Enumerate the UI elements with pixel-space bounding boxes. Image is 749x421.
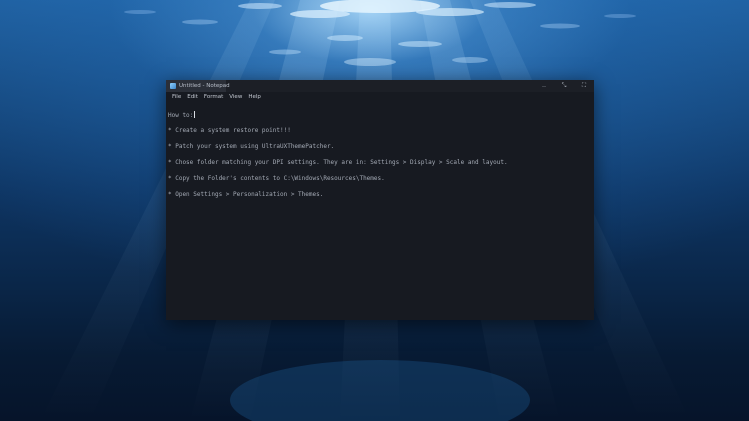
editor-line: * Chose folder matching your DPI setting… — [168, 159, 508, 166]
title-bar[interactable]: Untitled - Notepad ‥ ⤡ ⛶ — [166, 80, 594, 92]
maximize-button[interactable]: ⤡ — [554, 80, 574, 92]
notepad-window: Untitled - Notepad ‥ ⤡ ⛶ File Edit Forma… — [166, 80, 594, 320]
editor-line-text: How to: — [168, 112, 194, 119]
editor-line: * Copy the Folder's contents to C:\Windo… — [168, 175, 385, 182]
menu-file[interactable]: File — [169, 92, 184, 103]
menu-bar: File Edit Format View Help — [166, 92, 594, 103]
editor-line: * Open Settings > Personalization > Them… — [168, 191, 324, 198]
menu-help[interactable]: Help — [245, 92, 264, 103]
window-controls: ‥ ⤡ ⛶ — [534, 80, 594, 92]
menu-view[interactable]: View — [226, 92, 245, 103]
text-caret — [193, 111, 195, 118]
window-title: Untitled - Notepad — [179, 83, 230, 89]
editor-line: How to: — [168, 111, 195, 120]
fullscreen-button[interactable]: ⛶ — [574, 80, 594, 92]
window-tab[interactable]: Untitled - Notepad — [166, 80, 230, 92]
menu-edit[interactable]: Edit — [184, 92, 201, 103]
editor-line: * Create a system restore point!!! — [168, 127, 291, 134]
menu-format[interactable]: Format — [201, 92, 226, 103]
editor-line: * Patch your system using UltraUXThemePa… — [168, 143, 335, 150]
notepad-icon — [170, 83, 176, 89]
text-editor[interactable]: How to: * Create a system restore point!… — [166, 103, 594, 320]
minimize-button[interactable]: ‥ — [534, 80, 554, 92]
